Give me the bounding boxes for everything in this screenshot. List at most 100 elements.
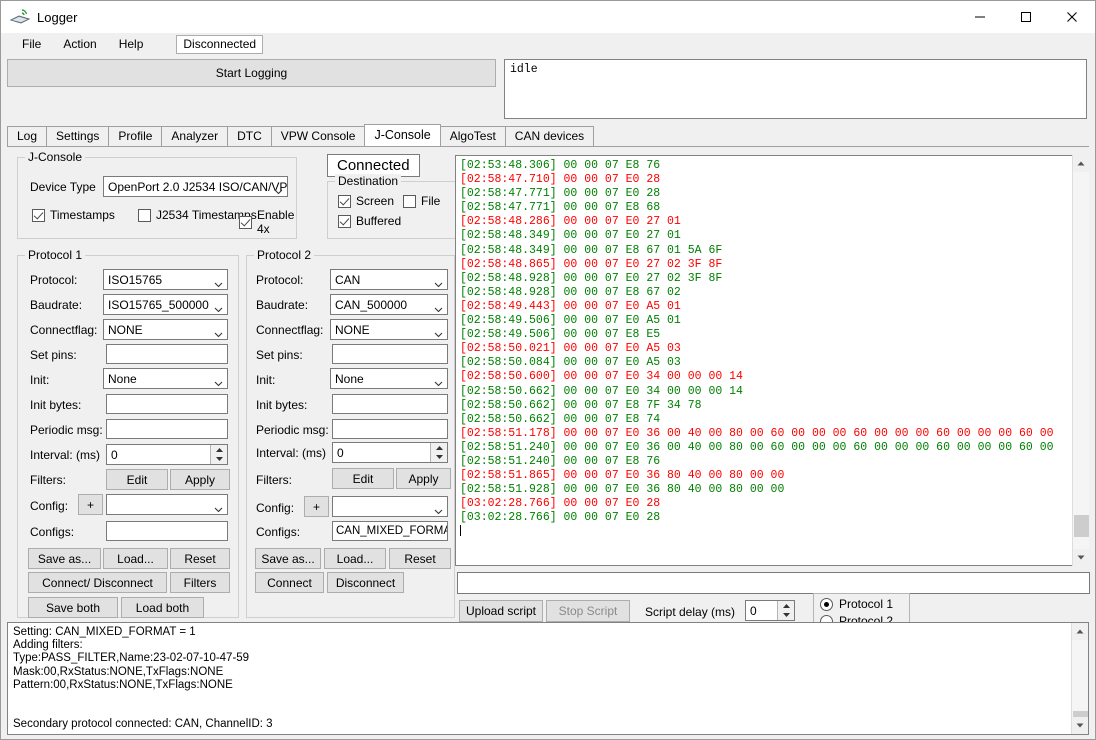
p1-baudrate-combo[interactable]: ISO15765_500000 bbox=[103, 294, 228, 315]
scroll-down-icon[interactable] bbox=[1073, 549, 1089, 566]
status-log-scrollbar[interactable] bbox=[1071, 623, 1088, 734]
spinner-down-icon[interactable] bbox=[211, 454, 227, 463]
script-path-input[interactable] bbox=[457, 572, 1090, 594]
p1-init-combo[interactable]: None bbox=[103, 368, 228, 389]
p1-filters-edit-button[interactable]: Edit bbox=[106, 469, 168, 490]
p2-interval-label: Interval: (ms) bbox=[256, 446, 327, 460]
p1-filters-button[interactable]: Filters bbox=[170, 572, 230, 593]
p1-periodic-input[interactable] bbox=[106, 419, 228, 439]
destination-file-checkbox[interactable]: File bbox=[403, 194, 440, 208]
console-scrollbar[interactable] bbox=[1072, 155, 1089, 566]
tab-dtc[interactable]: DTC bbox=[227, 126, 272, 146]
p2-filters-apply-button[interactable]: Apply bbox=[396, 468, 451, 489]
tab-algotest[interactable]: AlgoTest bbox=[439, 126, 506, 146]
p2-reset-button[interactable]: Reset bbox=[389, 548, 451, 569]
status-log-panel[interactable]: Setting: CAN_MIXED_FORMAT = 1 Adding fil… bbox=[7, 622, 1089, 735]
destination-screen-checkbox[interactable]: Screen bbox=[338, 194, 394, 208]
p2-config-add-button[interactable]: + bbox=[304, 496, 329, 517]
spinner-down-icon[interactable] bbox=[778, 610, 794, 619]
scrollbar-thumb[interactable] bbox=[1074, 515, 1089, 537]
scroll-up-icon[interactable] bbox=[1072, 623, 1088, 640]
top-row: Start Logging idle bbox=[1, 55, 1095, 119]
console-line: [02:58:50.662] 00 00 07 E8 7F 34 78 bbox=[460, 398, 702, 412]
spinner-buttons[interactable] bbox=[210, 445, 227, 464]
start-logging-button[interactable]: Start Logging bbox=[7, 59, 496, 87]
p1-protocol-combo[interactable]: ISO15765 bbox=[103, 269, 228, 290]
tab-analyzer[interactable]: Analyzer bbox=[161, 126, 229, 146]
chevron-down-icon bbox=[214, 501, 223, 513]
console-line: [02:58:48.349] 00 00 07 E8 67 01 5A 6F bbox=[460, 243, 723, 257]
p1-interval-spinner[interactable]: 0 bbox=[106, 444, 228, 465]
p1-config-label: Config: bbox=[30, 499, 69, 513]
p1-connectflag-combo[interactable]: NONE bbox=[103, 319, 228, 340]
p1-save-as-button[interactable]: Save as... bbox=[28, 548, 101, 569]
p2-baudrate-combo[interactable]: CAN_500000 bbox=[330, 294, 448, 315]
scroll-up-icon[interactable] bbox=[1073, 155, 1089, 172]
p2-configs-input[interactable]: CAN_MIXED_FORMAT bbox=[332, 521, 448, 541]
p2-initbytes-input[interactable] bbox=[332, 394, 448, 414]
upload-script-button[interactable]: Upload script bbox=[459, 600, 543, 622]
p2-baudrate-value: CAN_500000 bbox=[335, 298, 408, 312]
device-type-combo[interactable]: OpenPort 2.0 J2534 ISO/CAN/VPW bbox=[103, 176, 288, 197]
tab-profile[interactable]: Profile bbox=[108, 126, 163, 146]
tab-j-console[interactable]: J-Console bbox=[364, 124, 441, 146]
radio-protocol1[interactable]: Protocol 1 bbox=[820, 597, 893, 611]
p1-config-add-button[interactable]: + bbox=[78, 494, 103, 515]
spinner-up-icon[interactable] bbox=[431, 443, 447, 452]
spinner-buttons[interactable] bbox=[777, 601, 794, 620]
chevron-down-icon bbox=[214, 301, 223, 313]
checkbox-icon bbox=[138, 208, 151, 222]
enable4x-checkbox[interactable]: Enable 4x bbox=[239, 208, 296, 236]
console-line: [02:58:48.865] 00 00 07 E0 27 02 3F 8F bbox=[460, 257, 723, 271]
protocol1-legend: Protocol 1 bbox=[25, 248, 86, 262]
timestamps-label: Timestamps bbox=[50, 208, 115, 222]
console-output[interactable]: [02:53:48.306] 00 00 07 E8 76 [02:58:47.7… bbox=[455, 155, 1079, 566]
p1-connect-disconnect-button[interactable]: Connect/ Disconnect bbox=[28, 572, 167, 593]
save-both-button[interactable]: Save both bbox=[28, 597, 118, 618]
stop-script-button[interactable]: Stop Script bbox=[546, 600, 630, 622]
destination-screen-label: Screen bbox=[356, 194, 395, 208]
tab-log[interactable]: Log bbox=[7, 126, 48, 146]
p1-configs-input[interactable] bbox=[106, 521, 228, 541]
p1-filters-label: Filters: bbox=[30, 473, 66, 487]
p1-config-combo[interactable] bbox=[106, 494, 228, 515]
p2-init-combo[interactable]: None bbox=[330, 368, 448, 389]
spinner-up-icon[interactable] bbox=[211, 445, 227, 454]
menu-item-file[interactable]: File bbox=[11, 35, 52, 53]
p1-reset-button[interactable]: Reset bbox=[170, 548, 230, 569]
p2-periodic-input[interactable] bbox=[332, 419, 448, 439]
p2-load-button[interactable]: Load... bbox=[324, 548, 386, 569]
timestamps-checkbox[interactable]: Timestamps bbox=[32, 208, 115, 222]
minimize-button[interactable] bbox=[957, 1, 1003, 33]
destination-buffered-checkbox[interactable]: Buffered bbox=[338, 214, 401, 228]
maximize-button[interactable] bbox=[1003, 1, 1049, 33]
jconsole-group: J-Console Device Type OpenPort 2.0 J2534… bbox=[17, 150, 297, 239]
protocol2-legend: Protocol 2 bbox=[254, 248, 315, 262]
spinner-up-icon[interactable] bbox=[778, 601, 794, 610]
p1-setpins-input[interactable] bbox=[106, 344, 228, 364]
spinner-down-icon[interactable] bbox=[431, 452, 447, 461]
p1-filters-apply-button[interactable]: Apply bbox=[170, 469, 230, 490]
p2-protocol-combo[interactable]: CAN bbox=[330, 269, 448, 290]
p2-interval-spinner[interactable]: 0 bbox=[332, 442, 448, 463]
menu-item-help[interactable]: Help bbox=[108, 35, 155, 53]
p2-disconnect-button[interactable]: Disconnect bbox=[327, 572, 404, 593]
p2-connectflag-combo[interactable]: NONE bbox=[330, 319, 448, 340]
load-both-button[interactable]: Load both bbox=[121, 597, 204, 618]
p2-filters-edit-button[interactable]: Edit bbox=[332, 468, 394, 489]
close-button[interactable] bbox=[1049, 1, 1095, 33]
tab-can-devices[interactable]: CAN devices bbox=[504, 126, 595, 146]
p1-initbytes-input[interactable] bbox=[106, 394, 228, 414]
tab-settings[interactable]: Settings bbox=[46, 126, 110, 146]
p2-connect-button[interactable]: Connect bbox=[255, 572, 324, 593]
p1-load-button[interactable]: Load... bbox=[103, 548, 168, 569]
p2-setpins-input[interactable] bbox=[332, 344, 448, 364]
p2-init-value: None bbox=[335, 372, 364, 386]
p2-config-combo[interactable] bbox=[332, 496, 448, 517]
spinner-buttons[interactable] bbox=[430, 443, 447, 462]
p2-save-as-button[interactable]: Save as... bbox=[255, 548, 321, 569]
script-delay-spinner[interactable]: 0 bbox=[745, 600, 795, 621]
scroll-down-icon[interactable] bbox=[1072, 717, 1088, 734]
menu-item-action[interactable]: Action bbox=[52, 35, 107, 53]
tab-vpw-console[interactable]: VPW Console bbox=[270, 126, 366, 146]
